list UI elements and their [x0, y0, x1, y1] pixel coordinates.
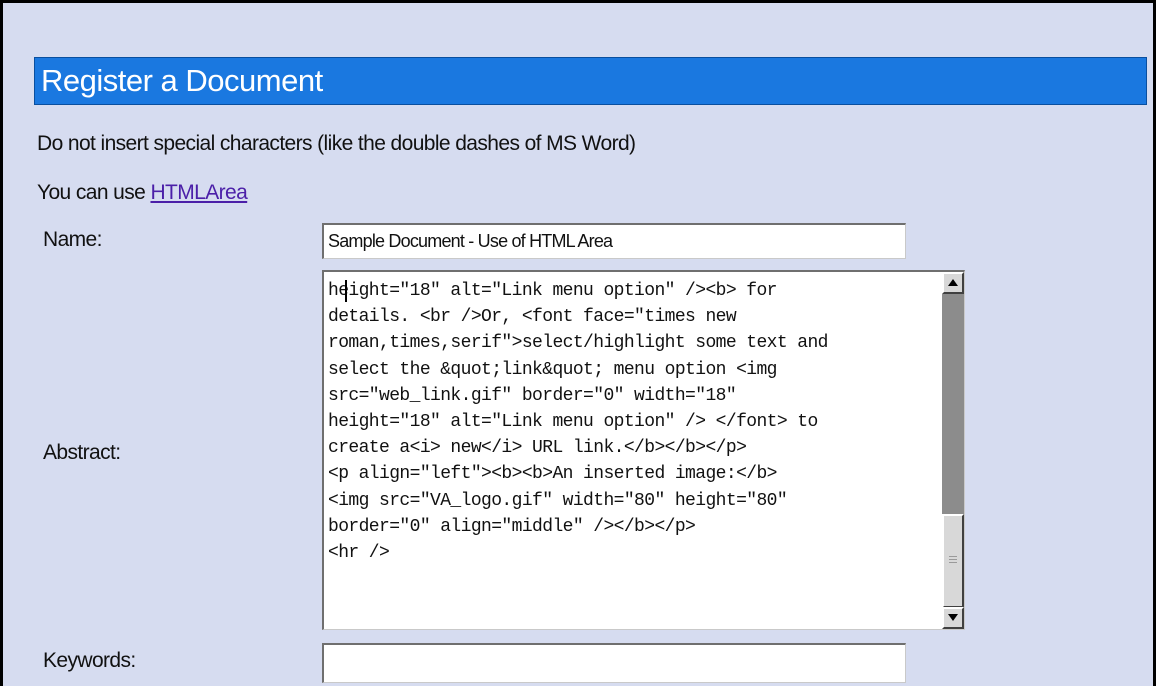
keywords-label: Keywords:	[43, 649, 136, 672]
abstract-text[interactable]: height="18" alt="Link menu option" /><b>…	[328, 278, 938, 566]
page-title: Register a Document	[34, 57, 1147, 105]
keywords-field[interactable]	[322, 643, 906, 683]
abstract-scrollbar[interactable]	[942, 272, 964, 629]
thumb-grip-line	[949, 562, 957, 563]
name-label: Name:	[43, 228, 102, 251]
scroll-up-button[interactable]	[942, 272, 964, 294]
thumb-grip-line	[949, 559, 957, 560]
scroll-track[interactable]	[942, 294, 964, 514]
special-characters-note: Do not insert special characters (like t…	[37, 132, 636, 155]
text-caret	[345, 280, 347, 302]
htmlarea-note-prefix: You can use	[37, 181, 151, 204]
scroll-up-arrow-icon	[948, 279, 958, 286]
name-field[interactable]: Sample Document - Use of HTML Area	[322, 223, 906, 259]
scroll-down-button[interactable]	[942, 607, 964, 629]
abstract-textarea[interactable]: height="18" alt="Link menu option" /><b>…	[322, 270, 965, 630]
htmlarea-note: You can use HTMLArea	[37, 181, 248, 205]
thumb-grip-line	[949, 556, 957, 557]
scroll-thumb[interactable]	[942, 514, 964, 608]
abstract-label: Abstract:	[43, 441, 121, 464]
htmlarea-link[interactable]: HTMLArea	[150, 181, 247, 204]
scroll-down-arrow-icon	[948, 614, 958, 621]
